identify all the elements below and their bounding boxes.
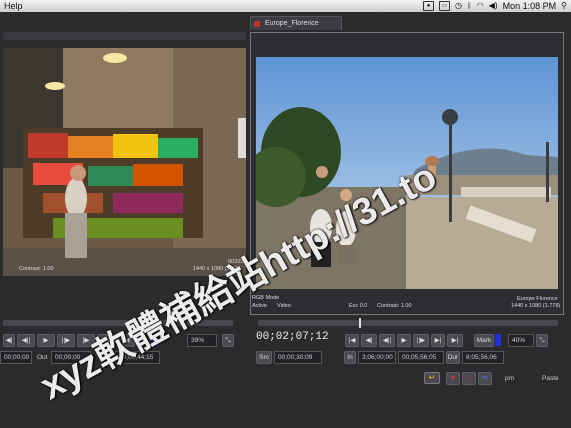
system-menubar: Help ● ▭ ◷ ᛒ ◠ ◀) Mon 1:08 PM ⚲ (0, 0, 571, 12)
source-monitor-header (3, 32, 246, 40)
record-dur-button[interactable]: Dur (446, 351, 460, 364)
record-src-button[interactable]: Src (256, 351, 272, 364)
wifi-icon[interactable]: ◠ (477, 0, 484, 12)
record-out-tc[interactable]: 00;05;56;05 (398, 351, 444, 364)
status-icons: ● ▭ ◷ ᛒ ◠ ◀) Mon 1:08 PM ⚲ (423, 0, 567, 12)
record-format: 1440 x 1080 (1.778) (511, 303, 561, 309)
search-icon[interactable]: ⚲ (561, 0, 567, 12)
record-dur-tc[interactable]: 8;05;56;06 (462, 351, 504, 364)
record-contrast: Contrast: 1.00 (377, 303, 412, 309)
active-label: Active (252, 303, 267, 309)
record-tab-label: Europe_Florence (265, 20, 319, 27)
source-zoom-select[interactable]: 39% (187, 334, 217, 347)
record-scrubber[interactable] (258, 318, 558, 328)
record-clip-name: Europe Florence (517, 296, 558, 302)
source-monitor-image[interactable]: 00339 Contrast: 1.00 1440 x 1080 (1.778) (3, 48, 246, 276)
display-icon[interactable]: ▭ (439, 1, 450, 11)
record-step-back-button[interactable]: ◀| (361, 334, 377, 347)
record-next-button[interactable]: ▶| (431, 334, 445, 347)
record-status-icon[interactable]: ● (423, 1, 434, 11)
record-mark-button[interactable]: Mark (474, 334, 494, 347)
source-play-button[interactable]: ▶ (37, 334, 55, 347)
record-zoom-select[interactable]: 40% (508, 334, 534, 347)
exposure-label: Exc 0.0 (349, 303, 368, 309)
source-prev-button[interactable]: ◀| (3, 334, 15, 347)
help-menu[interactable]: Help (4, 0, 23, 12)
market-scene (3, 48, 246, 276)
record-back-button[interactable]: ◀|| (379, 334, 395, 347)
pm-label[interactable]: pm (505, 372, 514, 385)
insert-button[interactable]: ⬚ (462, 372, 476, 385)
record-tab[interactable]: Europe_Florence (250, 16, 342, 30)
record-in-button[interactable]: In (344, 351, 356, 364)
volume-icon[interactable]: ◀) (489, 0, 498, 12)
source-fit-icon[interactable]: ⤡ (222, 334, 234, 347)
source-step-back-button[interactable]: ◀|| (17, 334, 35, 347)
tab-record-icon (254, 21, 260, 27)
clock[interactable]: Mon 1:08 PM (503, 0, 557, 12)
record-in-tc[interactable]: 3;06;00;00 (358, 351, 396, 364)
record-step-fwd-button[interactable]: ||▶ (413, 334, 429, 347)
record-fit-icon[interactable]: ⤡ (536, 334, 548, 347)
paste-label[interactable]: Paste (542, 372, 559, 385)
record-end-button[interactable]: ▶| (447, 334, 463, 347)
playhead[interactable] (359, 318, 361, 328)
video-label: Video (277, 303, 291, 309)
record-prev-button[interactable]: |◀ (345, 334, 359, 347)
source-contrast: Contrast: 1.00 (19, 266, 54, 272)
bluetooth-icon[interactable]: ᛒ (467, 0, 472, 12)
record-timecode[interactable]: 00;02;07;12 (256, 331, 329, 343)
record-level-indicator (495, 334, 501, 346)
replace-button[interactable]: ⇆ (478, 372, 492, 385)
timemachine-icon[interactable]: ◷ (455, 0, 462, 12)
record-src-tc[interactable]: 00;00;30;09 (274, 351, 322, 364)
return-arrow-button[interactable]: ↵ (424, 372, 440, 384)
overwrite-button[interactable]: ▼ (446, 372, 460, 385)
source-in-tc[interactable]: 00;00;00 (0, 351, 32, 364)
record-play-button[interactable]: ▶ (397, 334, 411, 347)
